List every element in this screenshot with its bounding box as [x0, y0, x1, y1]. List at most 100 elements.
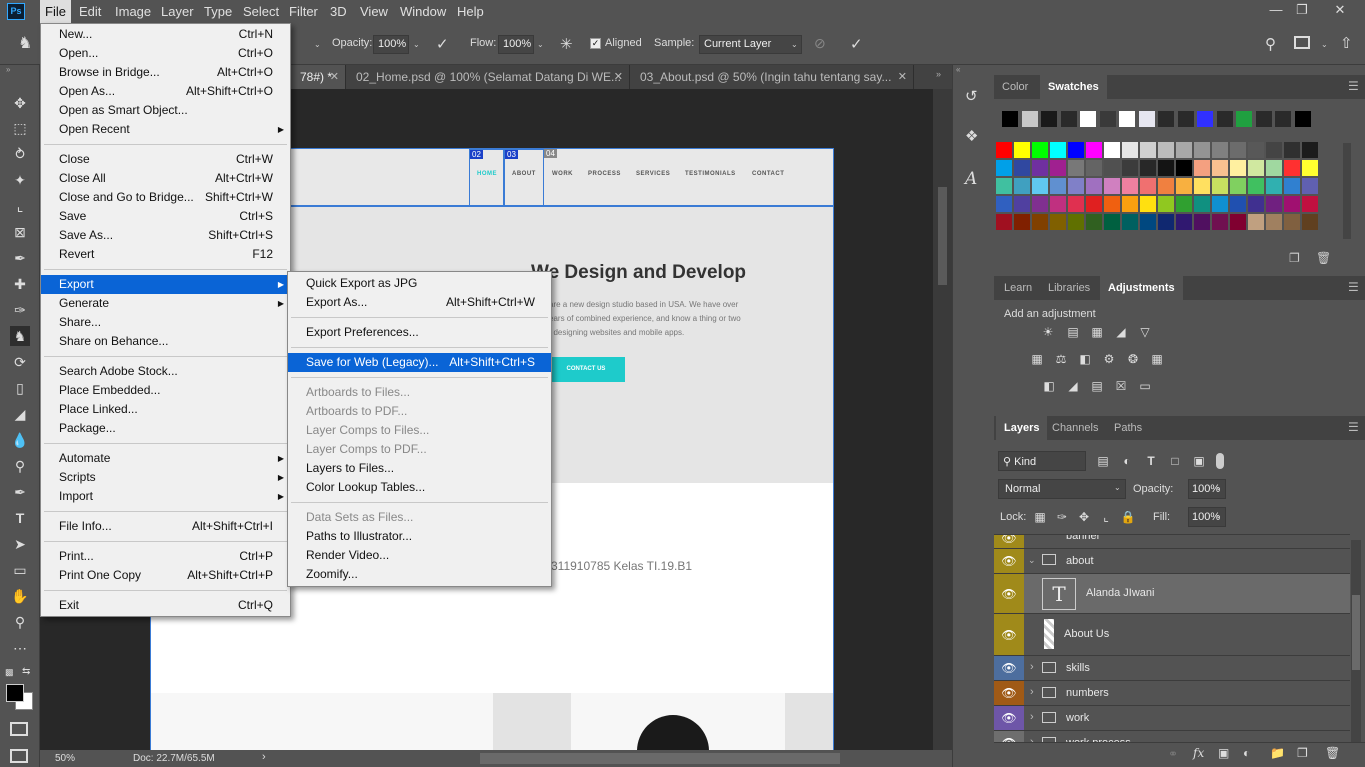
- color-swatch[interactable]: [1302, 142, 1318, 158]
- color-swatch[interactable]: [1284, 214, 1300, 230]
- menu-item-browse-in-bridge[interactable]: Browse in Bridge... Alt+Ctrl+O: [41, 63, 290, 82]
- brightness-contrast-icon[interactable]: ☀: [1040, 324, 1056, 340]
- black-white-icon[interactable]: ◧: [1077, 351, 1093, 367]
- color-swatch[interactable]: [1014, 160, 1030, 176]
- menu-item-close[interactable]: Close Ctrl+W: [41, 150, 290, 169]
- color-swatch[interactable]: [1122, 142, 1138, 158]
- marquee-icon[interactable]: ⬚: [10, 118, 30, 138]
- swatches-scrollbar[interactable]: [1343, 143, 1351, 239]
- lasso-icon[interactable]: ⥁: [10, 144, 30, 164]
- color-swatch[interactable]: [1068, 142, 1084, 158]
- color-swatch[interactable]: [996, 214, 1012, 230]
- menu-item-export-preferences[interactable]: Export Preferences...: [288, 323, 551, 342]
- color-swatch[interactable]: [1068, 178, 1084, 194]
- lock-artboard-icon[interactable]: ⌞: [1098, 509, 1114, 525]
- tab-close-icon[interactable]: ✕: [614, 65, 623, 89]
- move-icon[interactable]: ✥: [10, 93, 30, 113]
- color-swatch[interactable]: [1212, 178, 1228, 194]
- menu-item-share-on-behance[interactable]: Share on Behance...: [41, 332, 290, 351]
- color-swatch[interactable]: [1248, 160, 1264, 176]
- color-swatch[interactable]: [1032, 160, 1048, 176]
- hue-saturation-icon[interactable]: ▦: [1029, 351, 1045, 367]
- color-swatch[interactable]: [1104, 142, 1120, 158]
- color-swatch[interactable]: [1248, 178, 1264, 194]
- scroll-thumb[interactable]: [938, 187, 947, 285]
- color-swatch[interactable]: [1284, 142, 1300, 158]
- color-swatch[interactable]: [1284, 196, 1300, 212]
- color-swatch[interactable]: [1302, 196, 1318, 212]
- restore-icon[interactable]: ❐: [1287, 0, 1317, 20]
- menu-item-render-video[interactable]: Render Video...: [288, 546, 551, 565]
- close-icon[interactable]: ✕: [1325, 0, 1355, 20]
- color-swatch[interactable]: [1177, 111, 1194, 127]
- color-swatch[interactable]: [1158, 160, 1174, 176]
- menu-select[interactable]: Select: [238, 0, 284, 23]
- flow-field[interactable]: 100%: [498, 35, 534, 54]
- zoom-icon[interactable]: ⚲: [10, 612, 30, 632]
- pressure-opacity-icon[interactable]: ✓: [436, 35, 449, 53]
- color-swatch[interactable]: [1014, 196, 1030, 212]
- crop-icon[interactable]: ⌞: [10, 196, 30, 216]
- menu-image[interactable]: Image: [110, 0, 156, 23]
- color-swatch[interactable]: [1050, 160, 1066, 176]
- channel-mixer-icon[interactable]: ❂: [1125, 351, 1141, 367]
- color-swatch[interactable]: [1140, 160, 1156, 176]
- lock-pixels-icon[interactable]: ✑: [1054, 509, 1070, 525]
- dodge-icon[interactable]: ⚲: [10, 456, 30, 476]
- color-swatch[interactable]: [1086, 196, 1102, 212]
- color-swatch[interactable]: [1216, 111, 1233, 127]
- menu-edit[interactable]: Edit: [74, 0, 106, 23]
- color-swatch[interactable]: [1032, 178, 1048, 194]
- lock-transparent-icon[interactable]: ▦: [1032, 509, 1048, 525]
- screen-mode-icon[interactable]: [10, 749, 28, 763]
- search-icon[interactable]: ⚲: [1265, 35, 1276, 53]
- panel-menu-icon[interactable]: ☰: [1348, 420, 1359, 434]
- clone-stamp-preset-icon[interactable]: ♞: [18, 33, 42, 55]
- lock-position-icon[interactable]: ✥: [1076, 509, 1092, 525]
- group-collapsed-icon[interactable]: ›: [1030, 686, 1034, 698]
- color-swatch[interactable]: [1194, 196, 1210, 212]
- color-swatch[interactable]: [1194, 178, 1210, 194]
- menu-window[interactable]: Window: [395, 0, 451, 23]
- color-swatch[interactable]: [1032, 142, 1048, 158]
- color-swatch[interactable]: [1050, 142, 1066, 158]
- tab-channels[interactable]: Channels: [1044, 416, 1106, 440]
- menu-type[interactable]: Type: [199, 0, 237, 23]
- color-swatch[interactable]: [1255, 111, 1272, 127]
- color-swatch[interactable]: [1122, 160, 1138, 176]
- airbrush-icon[interactable]: ✳: [560, 35, 573, 53]
- menu-item-import[interactable]: Import ▶: [41, 487, 290, 506]
- menu-item-zoomify[interactable]: Zoomify...: [288, 565, 551, 584]
- gradient-map-icon[interactable]: ▭: [1137, 378, 1153, 394]
- layer-row-work[interactable]: 👁 › work: [994, 706, 1350, 731]
- menu-item-print[interactable]: Print... Ctrl+P: [41, 547, 290, 566]
- link-layers-icon[interactable]: ⚭: [1168, 747, 1178, 761]
- color-swatch[interactable]: [1104, 160, 1120, 176]
- group-expanded-icon[interactable]: ⌄: [1028, 555, 1036, 566]
- path-select-icon[interactable]: ➤: [10, 534, 30, 554]
- visibility-eye-icon[interactable]: 👁: [994, 681, 1024, 705]
- visibility-eye-icon[interactable]: 👁: [994, 549, 1024, 573]
- tab-libraries[interactable]: Libraries: [1040, 276, 1098, 300]
- color-swatch[interactable]: [1158, 196, 1174, 212]
- ignore-adjustment-icon[interactable]: ⊘: [814, 35, 826, 52]
- type-icon[interactable]: T: [10, 508, 30, 528]
- workspace-icon[interactable]: [1294, 36, 1310, 49]
- color-swatch[interactable]: [996, 178, 1012, 194]
- quick-mask-icon[interactable]: [10, 722, 28, 736]
- aligned-checkbox[interactable]: ✓: [590, 38, 601, 49]
- vibrance-icon[interactable]: ▽: [1137, 324, 1153, 340]
- color-balance-icon[interactable]: ⚖: [1053, 351, 1069, 367]
- visibility-eye-icon[interactable]: 👁: [994, 535, 1024, 548]
- 3d-panel-icon[interactable]: ❖: [965, 127, 978, 145]
- menu-item-paths-to-illustrator[interactable]: Paths to Illustrator...: [288, 527, 551, 546]
- color-swatch[interactable]: [1212, 160, 1228, 176]
- new-swatch-icon[interactable]: ❐: [1289, 251, 1300, 265]
- color-swatch[interactable]: [1176, 142, 1192, 158]
- tab-home-psd[interactable]: 02_Home.psd @ 100% (Selamat Datang Di WE…: [346, 65, 630, 89]
- menu-item-open-recent[interactable]: Open Recent ▶: [41, 120, 290, 139]
- color-swatch[interactable]: [996, 142, 1012, 158]
- menu-item-close-and-go-to-bridge[interactable]: Close and Go to Bridge... Shift+Ctrl+W: [41, 188, 290, 207]
- rectangle-icon[interactable]: ▭: [10, 560, 30, 580]
- menu-item-color-lookup-tables[interactable]: Color Lookup Tables...: [288, 478, 551, 497]
